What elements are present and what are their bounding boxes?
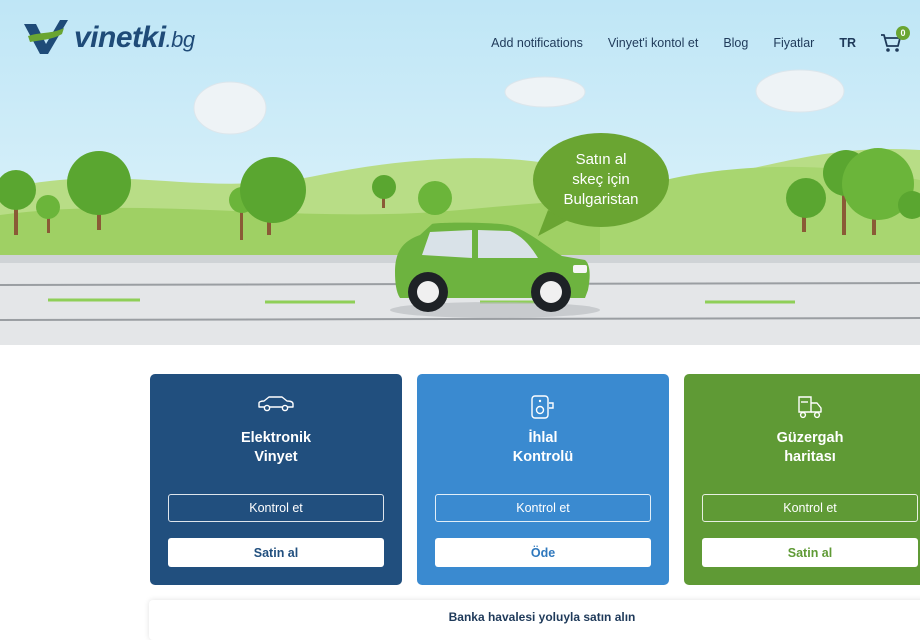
check-route-button[interactable]: Kontrol et	[702, 494, 918, 522]
card-title: Elektronik Vinyet	[240, 430, 312, 465]
language-selector[interactable]: TR	[839, 36, 856, 50]
logo-text: vinetki.bg	[74, 21, 195, 54]
check-vignette-button[interactable]: Kontrol et	[168, 494, 384, 522]
bank-transfer-banner[interactable]: Banka havalesi yoluyla satın alın	[149, 600, 920, 640]
card-violation-check: İhlal Kontrolü Kontrol et Öde	[417, 374, 669, 585]
cart-count-badge: 0	[896, 26, 910, 40]
bubble-line: Satın al	[575, 151, 627, 168]
logo-mark-icon	[24, 20, 68, 54]
nav-prices[interactable]: Fiyatlar	[773, 36, 814, 50]
nav-blog[interactable]: Blog	[723, 36, 748, 50]
check-violation-button[interactable]: Kontrol et	[435, 494, 651, 522]
buy-route-button[interactable]: Satin al	[702, 538, 918, 567]
nav-check-vignette[interactable]: Vinyet'i kontol et	[608, 36, 698, 50]
buy-vignette-button[interactable]: Satin al	[168, 538, 384, 567]
bubble-line: skeç için	[572, 171, 630, 188]
hero-speech-bubble: Satın al skeç için Bulgaristan	[533, 133, 669, 227]
camera-icon	[531, 395, 554, 419]
bubble-line: Bulgaristan	[563, 191, 639, 208]
cart-button[interactable]: 0	[880, 26, 910, 53]
card-title: İhlal Kontrolü	[512, 430, 574, 465]
bank-transfer-link[interactable]: Banka havalesi yoluyla satın alın	[149, 610, 920, 624]
nav-add-notifications[interactable]: Add notifications	[491, 36, 583, 50]
pay-violation-button[interactable]: Öde	[435, 538, 651, 567]
car-icon	[258, 396, 294, 412]
card-route-map: Güzergah haritası Kontrol et Satin al	[684, 374, 920, 585]
card-electronic-vignette: Elektronik Vinyet Kontrol et Satin al	[150, 374, 402, 585]
logo[interactable]: vinetki.bg	[22, 20, 195, 56]
hero-banner: vinetki.bg Add notifications Vinyet'i ko…	[0, 0, 920, 345]
top-navigation: Add notifications Vinyet'i kontol et Blo…	[466, 26, 910, 53]
card-title: Güzergah haritası	[776, 430, 844, 465]
truck-icon	[798, 396, 822, 419]
